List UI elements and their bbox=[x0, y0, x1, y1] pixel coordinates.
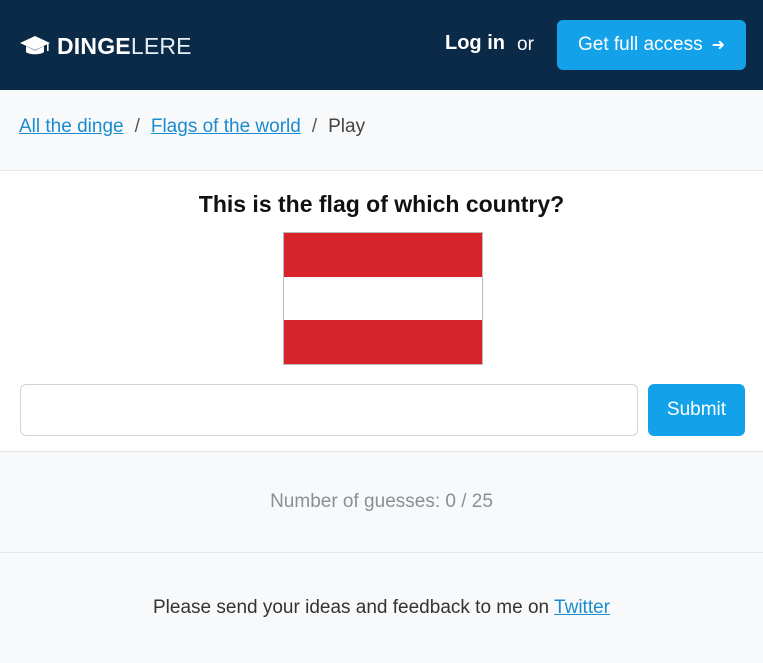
flag-stripe-top bbox=[284, 233, 482, 277]
guess-counter: Number of guesses: 0 / 25 bbox=[270, 491, 493, 512]
login-link[interactable]: Log in bbox=[445, 32, 505, 55]
flag-stripe-bottom bbox=[284, 320, 482, 364]
breadcrumb-separator: / bbox=[311, 116, 318, 137]
arrow-right-icon: ➜ bbox=[711, 37, 725, 54]
quiz-card: This is the flag of which country? Submi… bbox=[0, 170, 763, 452]
flag-stripe-middle bbox=[284, 276, 482, 321]
footer-text: Please send your ideas and feedback to m… bbox=[153, 597, 555, 618]
submit-button[interactable]: Submit bbox=[648, 384, 745, 436]
top-navbar: DINGE LERE Log in or Get full access ➜ bbox=[0, 0, 763, 90]
brand-logo[interactable]: DINGE LERE bbox=[19, 30, 192, 62]
brand-name-light: LERE bbox=[130, 32, 192, 59]
breadcrumb: All the dinge / Flags of the world / Pla… bbox=[19, 114, 365, 140]
brand-name-bold: DINGE bbox=[57, 32, 131, 59]
get-full-access-button[interactable]: Get full access ➜ bbox=[557, 20, 746, 70]
breadcrumb-link-all-dinge[interactable]: All the dinge bbox=[19, 116, 124, 138]
breadcrumb-separator: / bbox=[134, 116, 140, 137]
graduation-cap-icon bbox=[20, 36, 50, 55]
twitter-link[interactable]: Twitter bbox=[554, 597, 610, 618]
or-label: or bbox=[517, 34, 534, 55]
answer-input[interactable] bbox=[20, 384, 638, 436]
breadcrumb-link-flags[interactable]: Flags of the world bbox=[151, 116, 301, 138]
divider bbox=[0, 552, 763, 553]
cta-label: Get full access bbox=[577, 34, 703, 55]
footer: Please send your ideas and feedback to m… bbox=[0, 597, 763, 619]
question-heading: This is the flag of which country? bbox=[198, 191, 565, 217]
flag-image bbox=[283, 232, 483, 365]
breadcrumb-current: Play bbox=[328, 116, 366, 137]
